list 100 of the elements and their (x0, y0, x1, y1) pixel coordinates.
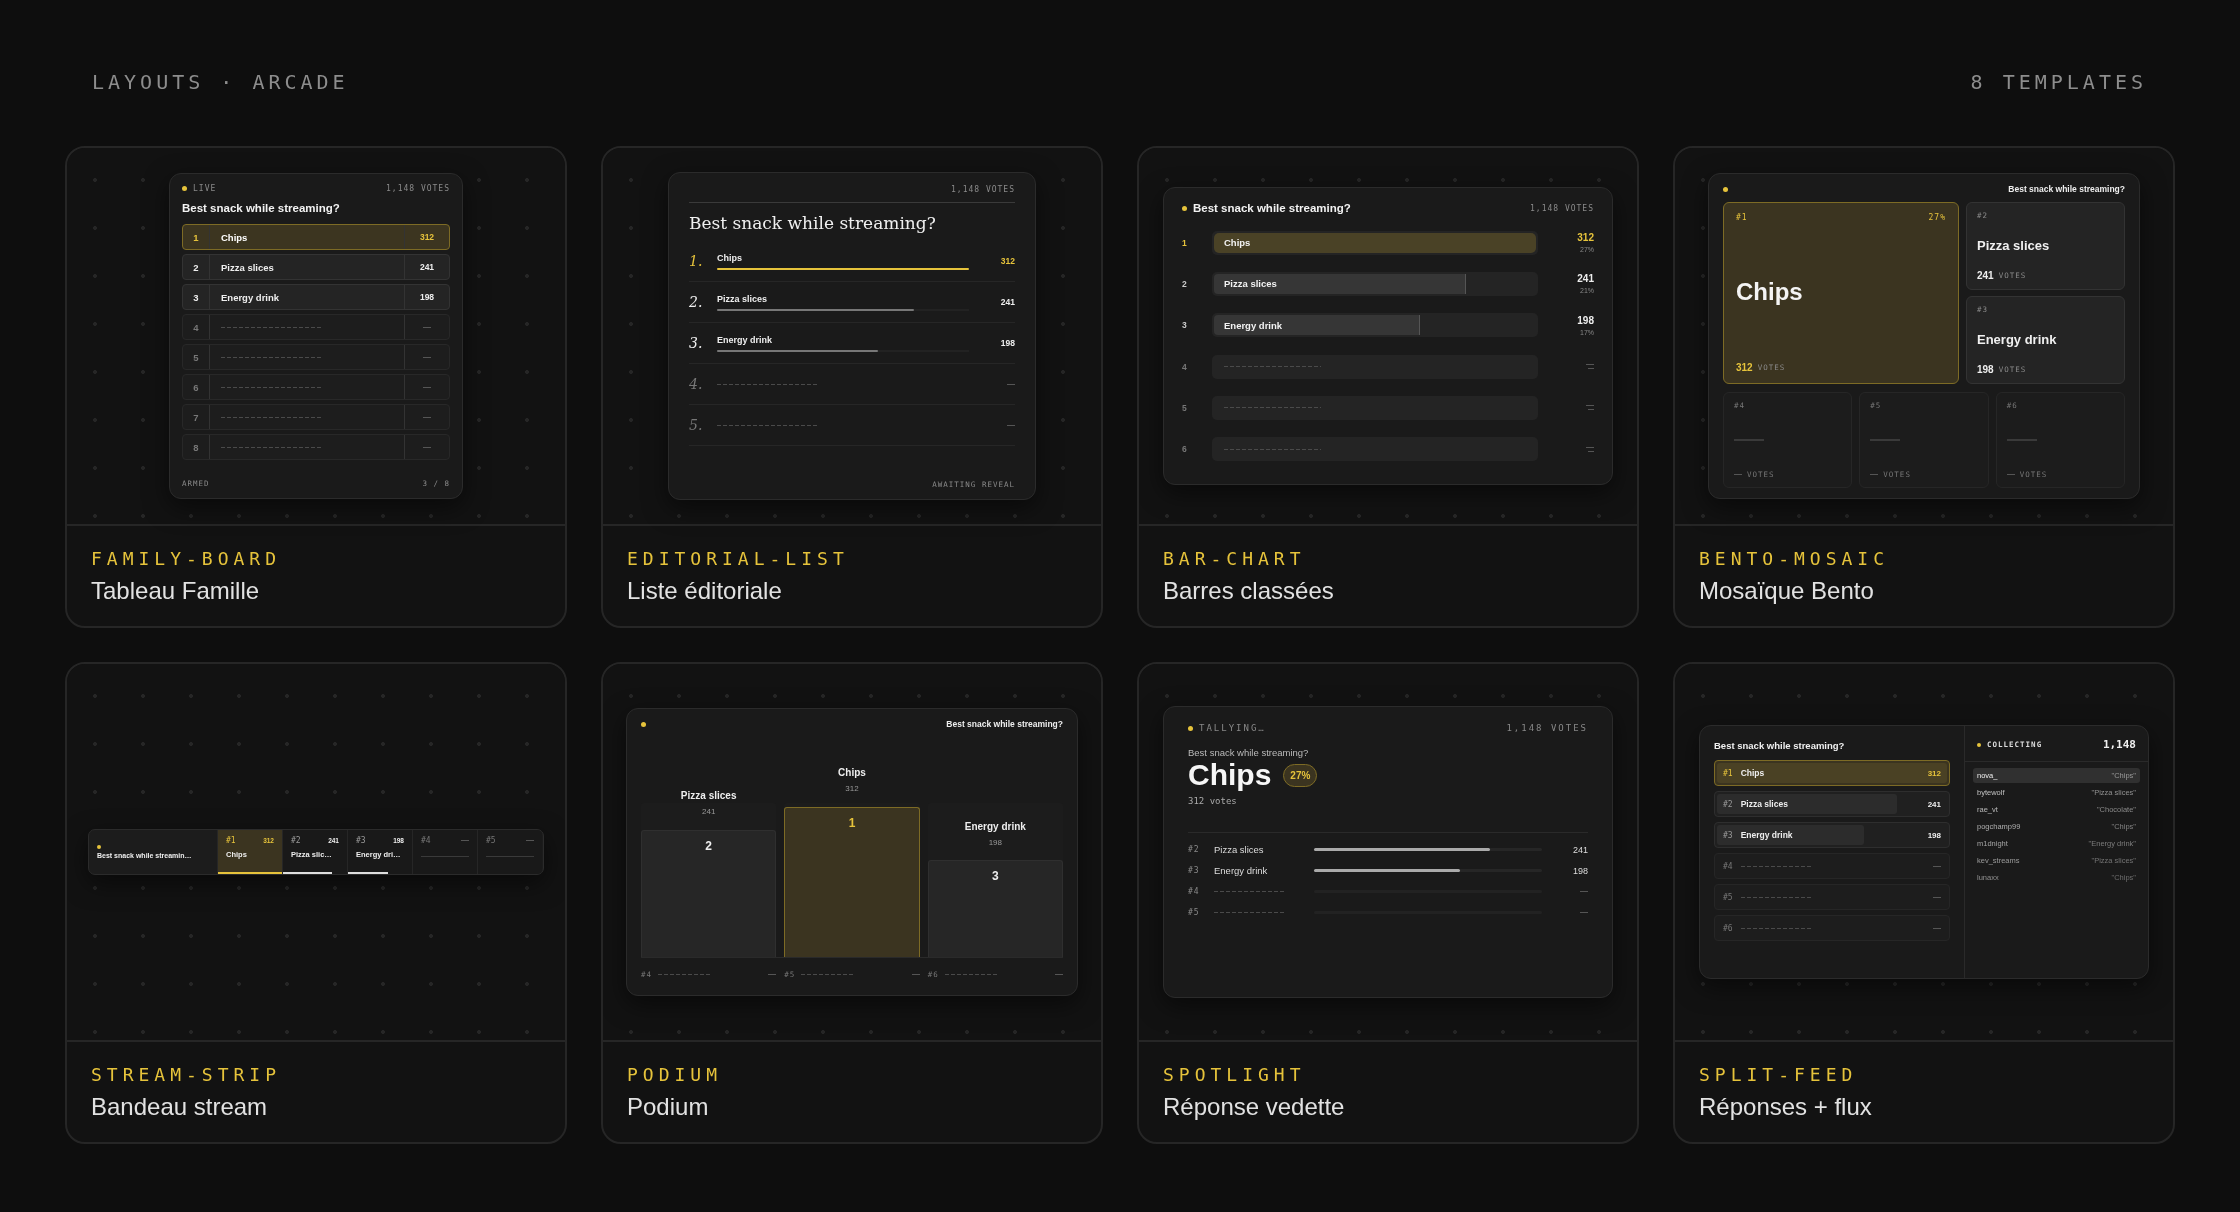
rank-number: 4 (1182, 361, 1188, 372)
answer-label: Energy drink (1977, 331, 2058, 347)
status-dot (641, 721, 646, 727)
vote-count: 241 (1927, 799, 1941, 809)
placeholder-line (944, 974, 999, 975)
dash-mark (1933, 927, 1941, 929)
vote-total: 1,148 (2102, 738, 2136, 751)
rank-number: 4. (689, 376, 704, 392)
status-dot (97, 845, 101, 849)
vote-count: 312 (845, 784, 859, 793)
answer-label: Energy drink (717, 334, 773, 345)
vote-count: 198 (1977, 364, 1994, 375)
rank-number: #6 (1723, 923, 1733, 933)
template-slug: SPLIT-FEED (1699, 1063, 1859, 1085)
status-label: LIVE (193, 184, 217, 193)
poll-question: Best snack while streaming? (182, 202, 341, 214)
dash-mark (768, 974, 777, 975)
placeholder-line (1214, 891, 1284, 892)
leader-label: Chips (1188, 758, 1272, 792)
answer-label: Energy drink (1740, 830, 1793, 840)
answer-label: Pizza slices (680, 790, 737, 802)
dash-mark (1580, 912, 1588, 913)
rank-number: #4 (1723, 861, 1733, 871)
template-slug: FAMILY-BOARD (91, 547, 283, 569)
dash-mark (1933, 865, 1941, 867)
placeholder-line (658, 974, 713, 975)
rank-number: 5 (1182, 402, 1188, 413)
rank-number: 2 (1182, 279, 1188, 289)
rank-number: 6 (1182, 444, 1188, 455)
vote-count: 198 (1000, 338, 1015, 348)
vote-count: 312 (1927, 768, 1941, 778)
dash-mark (423, 386, 431, 388)
page-title: LAYOUTS · ARCADE (92, 70, 349, 94)
dash-mark (911, 974, 920, 975)
dash-mark (1734, 474, 1742, 475)
answer-label: Chips (1736, 278, 1804, 306)
answer-label: Energy drink (1224, 319, 1283, 331)
rank-number: #5 (1188, 908, 1201, 917)
rank-number: #3 (1723, 830, 1733, 840)
answer-label: Pizza slices (1214, 844, 1265, 855)
rank-number: 3 (991, 868, 999, 885)
placeholder-line (801, 974, 856, 975)
template-card[interactable]: TALLYING… 1,148 VOTES Best snack while streaming? Chips 27% 312 votes #2 Pizza slices 241 #3 Energy drink 198 #4 #5 SPOTLIGHT Réponse vedette (1137, 662, 1639, 1144)
rank-number: 3 (1182, 320, 1188, 331)
rank-number: #4 (421, 836, 431, 845)
answer-label: Pizza slices (1740, 799, 1788, 809)
rank-number: #3 (356, 836, 366, 845)
template-count: 8 TEMPLATES (1970, 70, 2147, 94)
template-name: Podium (627, 1092, 710, 1121)
answer-label: Pizza slices (221, 261, 274, 273)
dash-mark (423, 416, 431, 418)
vote-count: 198 (1927, 830, 1941, 840)
template-name: Barres classées (1163, 576, 1335, 605)
dash-mark (1007, 424, 1015, 426)
rank-number: 2 (193, 261, 199, 273)
rank-number: 5 (193, 351, 199, 363)
template-name: Réponses + flux (1699, 1092, 1873, 1121)
status-dot (1723, 186, 1728, 192)
template-card[interactable] (1673, 662, 2175, 1144)
rank-number: 6 (193, 381, 199, 393)
vote-count: 241 (1977, 270, 1994, 281)
rank-number: 4 (193, 321, 199, 333)
answer-label: Chips (221, 231, 248, 243)
vote-count: 198 (419, 292, 435, 302)
vote-count: 312 votes (1188, 796, 1238, 806)
dash-mark (423, 326, 431, 328)
percent-badge: 27% (1283, 763, 1318, 787)
rank-number: 1 (193, 231, 199, 243)
vote-count: 241 (1000, 297, 1015, 307)
status-dot (1182, 205, 1187, 211)
rank-number: #5 (1723, 892, 1733, 902)
rank-number: #4 (1188, 887, 1201, 896)
dash-mark (1055, 974, 1063, 975)
answer-label: Chips (1740, 768, 1765, 778)
template-name: Réponse vedette (1163, 1092, 1346, 1121)
placeholder-line (1740, 896, 1811, 898)
status-dot (1188, 725, 1193, 731)
vote-count: 241 (1577, 273, 1594, 285)
dash-mark (526, 840, 534, 841)
dash-mark (1007, 383, 1015, 385)
template-name: Tableau Famille (91, 576, 261, 605)
dash-mark (1580, 891, 1588, 892)
rank-number: #1 (1736, 213, 1748, 222)
answer-label: Chips (838, 767, 866, 778)
dash-mark (423, 446, 431, 448)
vote-count: 312 (419, 232, 435, 242)
vote-count: 1,148 VOTES (1530, 203, 1594, 213)
template-slug: BENTO-MOSAIC (1699, 547, 1891, 569)
vote-count: 198 (988, 837, 1002, 847)
rank-number: #2 (1188, 845, 1201, 854)
vote-count: 198 (1577, 314, 1594, 326)
rank-number: #1 (1723, 768, 1733, 778)
dash-mark (1870, 474, 1879, 475)
answer-label: Pizza slices (717, 293, 769, 304)
rank-number: 2. (689, 294, 704, 310)
template-slug: BAR-CHART (1163, 547, 1307, 569)
rank-number: 1 (1182, 237, 1188, 248)
template-slug: EDITORIAL-LIST (627, 547, 850, 569)
template-name: Mosaïque Bento (1699, 576, 1875, 605)
dash-mark (423, 356, 431, 358)
